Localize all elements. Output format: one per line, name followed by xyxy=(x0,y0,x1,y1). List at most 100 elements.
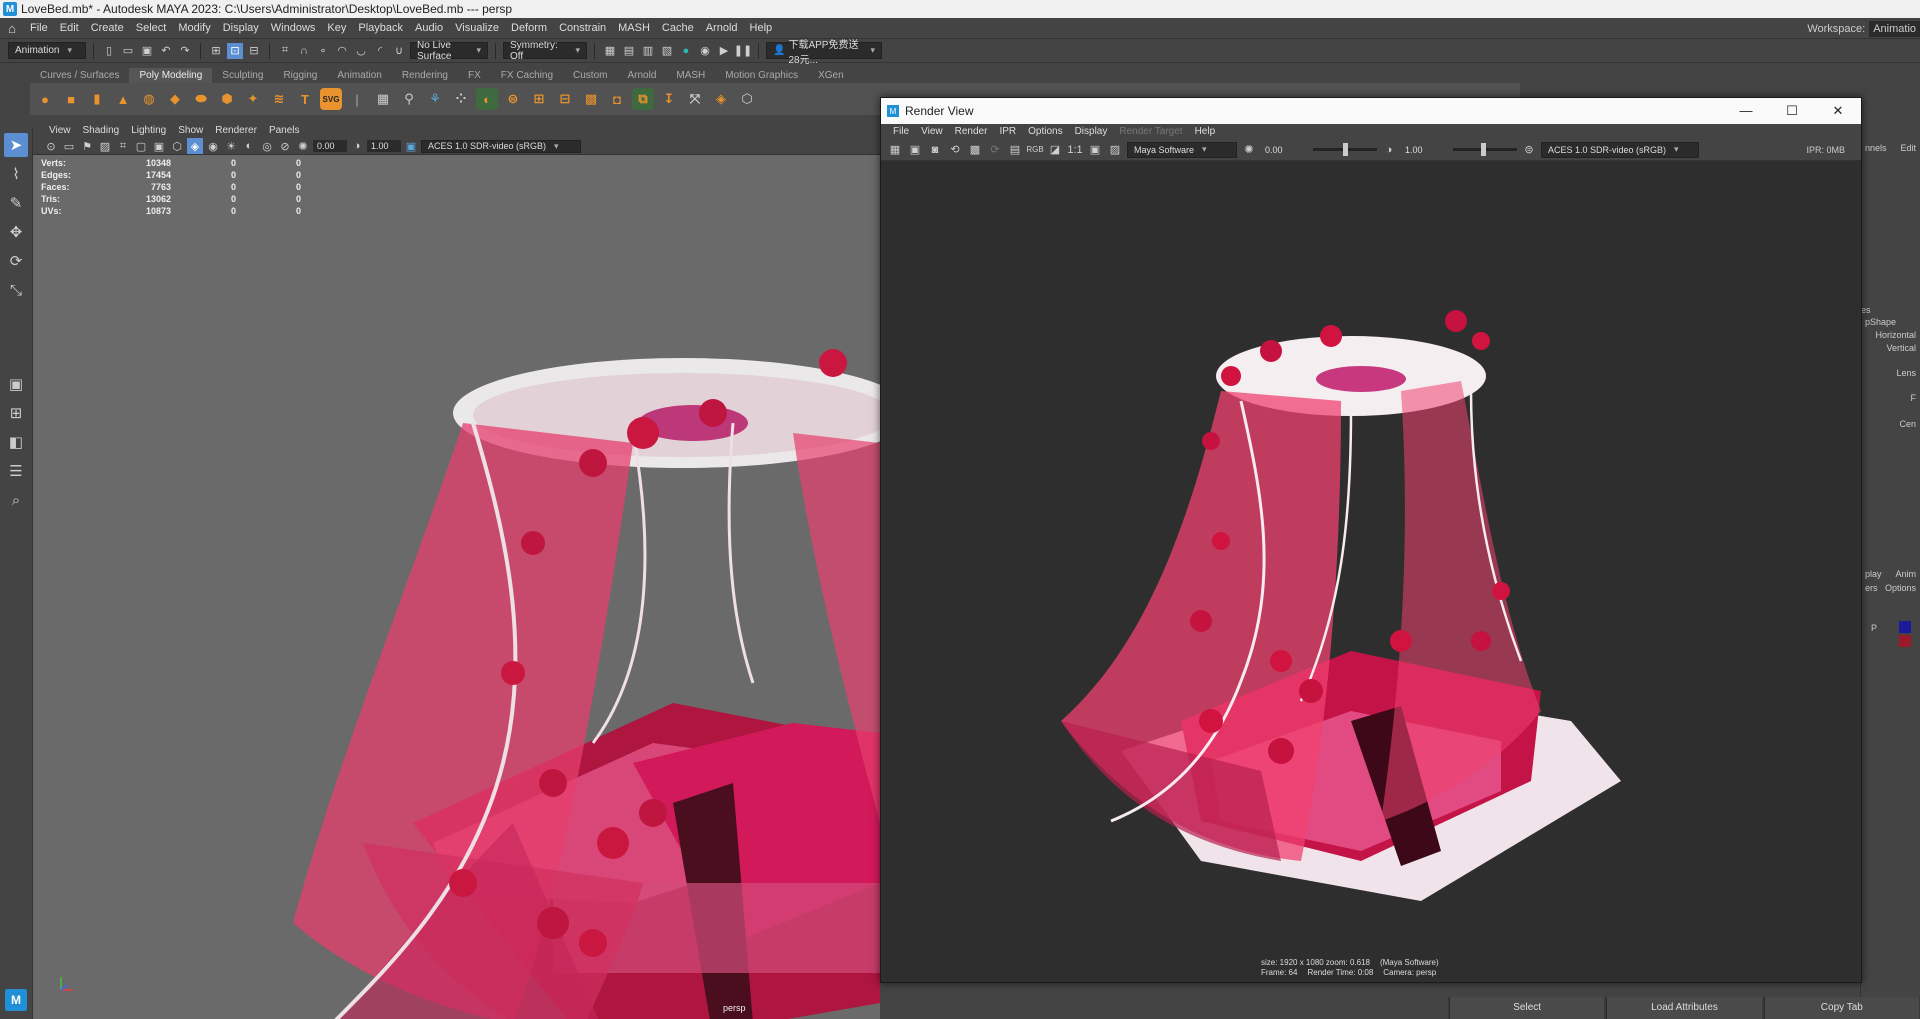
rv-menu-render[interactable]: Render xyxy=(949,126,994,137)
super-shape-icon[interactable]: ≋ xyxy=(268,88,290,110)
snap-point-icon[interactable]: ∘ xyxy=(315,43,331,59)
arnold-render-icon[interactable]: ◉ xyxy=(697,43,713,59)
real-size-icon[interactable]: 1:1 xyxy=(1067,142,1083,158)
menu-constrain[interactable]: Constrain xyxy=(553,22,612,34)
sweep-mesh-icon[interactable]: ✦ xyxy=(242,88,264,110)
keep-image-icon[interactable]: ▣ xyxy=(1087,142,1103,158)
snap-surface-icon[interactable]: ◡ xyxy=(353,43,369,59)
menu-mash[interactable]: MASH xyxy=(612,22,656,34)
slider-thumb[interactable] xyxy=(1481,143,1486,156)
live-surface-field[interactable]: No Live Surface xyxy=(410,40,488,62)
display-rgb-icon[interactable]: ▤ xyxy=(1007,142,1023,158)
select-object-icon[interactable]: ⊡ xyxy=(227,42,243,59)
rv-menu-ipr[interactable]: IPR xyxy=(993,126,1022,137)
select-tool-icon[interactable]: ➤ xyxy=(4,133,28,157)
edit-menu-label[interactable]: Edit xyxy=(1900,143,1916,153)
menu-deform[interactable]: Deform xyxy=(505,22,553,34)
bevel-icon[interactable]: ⊟ xyxy=(554,88,576,110)
ipr-icon[interactable]: ⟲ xyxy=(947,142,963,158)
uv-editor-icon[interactable]: ⬡ xyxy=(736,88,758,110)
menu-arnold[interactable]: Arnold xyxy=(700,22,744,34)
rgb-channels-icon[interactable]: RGB xyxy=(1026,142,1043,158)
view-transform-icon[interactable]: ⊜ xyxy=(1521,142,1537,158)
poly-text-icon[interactable]: T xyxy=(294,88,316,110)
bridge-icon[interactable]: ⊜ xyxy=(502,88,524,110)
shelf-tab-arnold[interactable]: Arnold xyxy=(617,68,666,83)
shelf-tab-poly-modeling[interactable]: Poly Modeling xyxy=(129,68,213,83)
poly-cylinder-icon[interactable]: ▮ xyxy=(86,88,108,110)
ipr-render-icon[interactable]: ▥ xyxy=(640,43,656,59)
menu-edit[interactable]: Edit xyxy=(54,22,85,34)
menu-modify[interactable]: Modify xyxy=(172,22,216,34)
refresh-ipr-icon[interactable]: ▩ xyxy=(967,142,983,158)
menu-help[interactable]: Help xyxy=(744,22,779,34)
menu-key[interactable]: Key xyxy=(321,22,352,34)
single-perspective-layout-icon[interactable]: ▣ xyxy=(4,372,28,396)
render-view-title-bar[interactable]: M Render View — ☐ ✕ xyxy=(881,98,1861,124)
account-dropdown[interactable]: 👤 下载APP免费送28元... xyxy=(766,40,882,66)
menu-audio[interactable]: Audio xyxy=(409,22,449,34)
rv-menu-help[interactable]: Help xyxy=(1189,126,1222,137)
poly-torus-icon[interactable]: ◍ xyxy=(138,88,160,110)
maya-badge-icon[interactable]: M xyxy=(5,989,27,1011)
snap-grid-icon[interactable]: ⌗ xyxy=(277,43,293,59)
menu-playback[interactable]: Playback xyxy=(352,22,409,34)
exposure-icon[interactable]: ✺ xyxy=(1241,142,1257,158)
remove-image-icon[interactable]: ▨ xyxy=(1107,142,1123,158)
shelf-tab-motion-graphics[interactable]: Motion Graphics xyxy=(715,68,808,83)
bed-model-viewport[interactable] xyxy=(33,123,880,1019)
rv-colorspace-dropdown[interactable]: ACES 1.0 SDR-video (sRGB) xyxy=(1541,141,1699,158)
snap-edge-icon[interactable]: ◜ xyxy=(372,43,388,59)
move-tool-icon[interactable]: ✥ xyxy=(4,220,28,244)
render-image-canvas[interactable]: size: 1920 x 1080 zoom: 0.618 (Maya Soft… xyxy=(881,161,1861,982)
poly-disc-icon[interactable]: ⬬ xyxy=(190,88,212,110)
multi-cut-icon[interactable]: ⧉ xyxy=(632,88,654,110)
redo-icon[interactable]: ↷ xyxy=(177,43,193,59)
platonic-icon[interactable]: ⬢ xyxy=(216,88,238,110)
rv-menu-file[interactable]: File xyxy=(887,126,915,137)
rv-exposure-field[interactable]: 0.00 xyxy=(1261,145,1309,155)
snap-curve-icon[interactable]: ∩ xyxy=(296,43,312,59)
minimize-icon[interactable]: — xyxy=(1723,103,1769,119)
shelf-tab-sculpting[interactable]: Sculpting xyxy=(212,68,273,83)
search-icon[interactable]: ⌕ xyxy=(4,488,28,512)
svg-icon[interactable]: SVG xyxy=(320,88,342,110)
shelf-tab-custom[interactable]: Custom xyxy=(563,68,617,83)
menu-windows[interactable]: Windows xyxy=(265,22,322,34)
anim-tab-label[interactable]: Anim xyxy=(1895,569,1916,579)
select-component-icon[interactable]: ⊟ xyxy=(246,43,262,59)
alpha-channel-icon[interactable]: ◪ xyxy=(1047,142,1063,158)
open-scene-icon[interactable]: ▭ xyxy=(120,43,136,59)
load-attributes-button[interactable]: Load Attributes xyxy=(1606,997,1762,1019)
copy-tab-button[interactable]: Copy Tab xyxy=(1763,997,1919,1019)
render-settings-icon[interactable]: ⟳ xyxy=(987,142,1003,158)
connect-icon[interactable]: ⤧ xyxy=(684,88,706,110)
persp-outliner-layout-icon[interactable]: ◧ xyxy=(4,430,28,454)
smooth-icon[interactable]: ⁘ xyxy=(450,88,472,110)
menu-create[interactable]: Create xyxy=(85,22,130,34)
gamma-icon[interactable]: ◑ xyxy=(1381,142,1397,158)
options-menu-label[interactable]: Options xyxy=(1885,583,1916,593)
close-icon[interactable]: ✕ xyxy=(1815,103,1861,119)
save-scene-icon[interactable]: ▣ xyxy=(139,43,155,59)
shelf-tab-fx-caching[interactable]: FX Caching xyxy=(491,68,563,83)
home-icon[interactable]: ⌂ xyxy=(0,21,24,36)
perspective-viewport[interactable]: View Shading Lighting Show Renderer Pane… xyxy=(33,123,880,1019)
render-region-icon[interactable]: ▣ xyxy=(907,142,923,158)
menu-visualize[interactable]: Visualize xyxy=(449,22,505,34)
target-weld-icon[interactable]: ↧ xyxy=(658,88,680,110)
four-view-layout-icon[interactable]: ⊞ xyxy=(4,401,28,425)
layer-color-swatch[interactable] xyxy=(1899,621,1911,633)
rv-menu-options[interactable]: Options xyxy=(1022,126,1068,137)
hypershade-icon[interactable]: ● xyxy=(678,43,694,59)
fill-hole-icon[interactable]: ◘ xyxy=(606,88,628,110)
rv-gamma-field[interactable]: 1.00 xyxy=(1401,145,1449,155)
render-frame-icon[interactable]: ▤ xyxy=(621,43,637,59)
symmetry-dropdown[interactable]: Symmetry: Off xyxy=(503,40,587,62)
shelf-tab-rigging[interactable]: Rigging xyxy=(273,68,327,83)
layer-color-swatch[interactable] xyxy=(1899,635,1911,647)
maximize-icon[interactable]: ☐ xyxy=(1769,103,1815,119)
redo-previous-render-icon[interactable]: ▦ xyxy=(887,142,903,158)
play-icon[interactable]: ▶ xyxy=(716,43,732,59)
shelf-tab-rendering[interactable]: Rendering xyxy=(392,68,458,83)
